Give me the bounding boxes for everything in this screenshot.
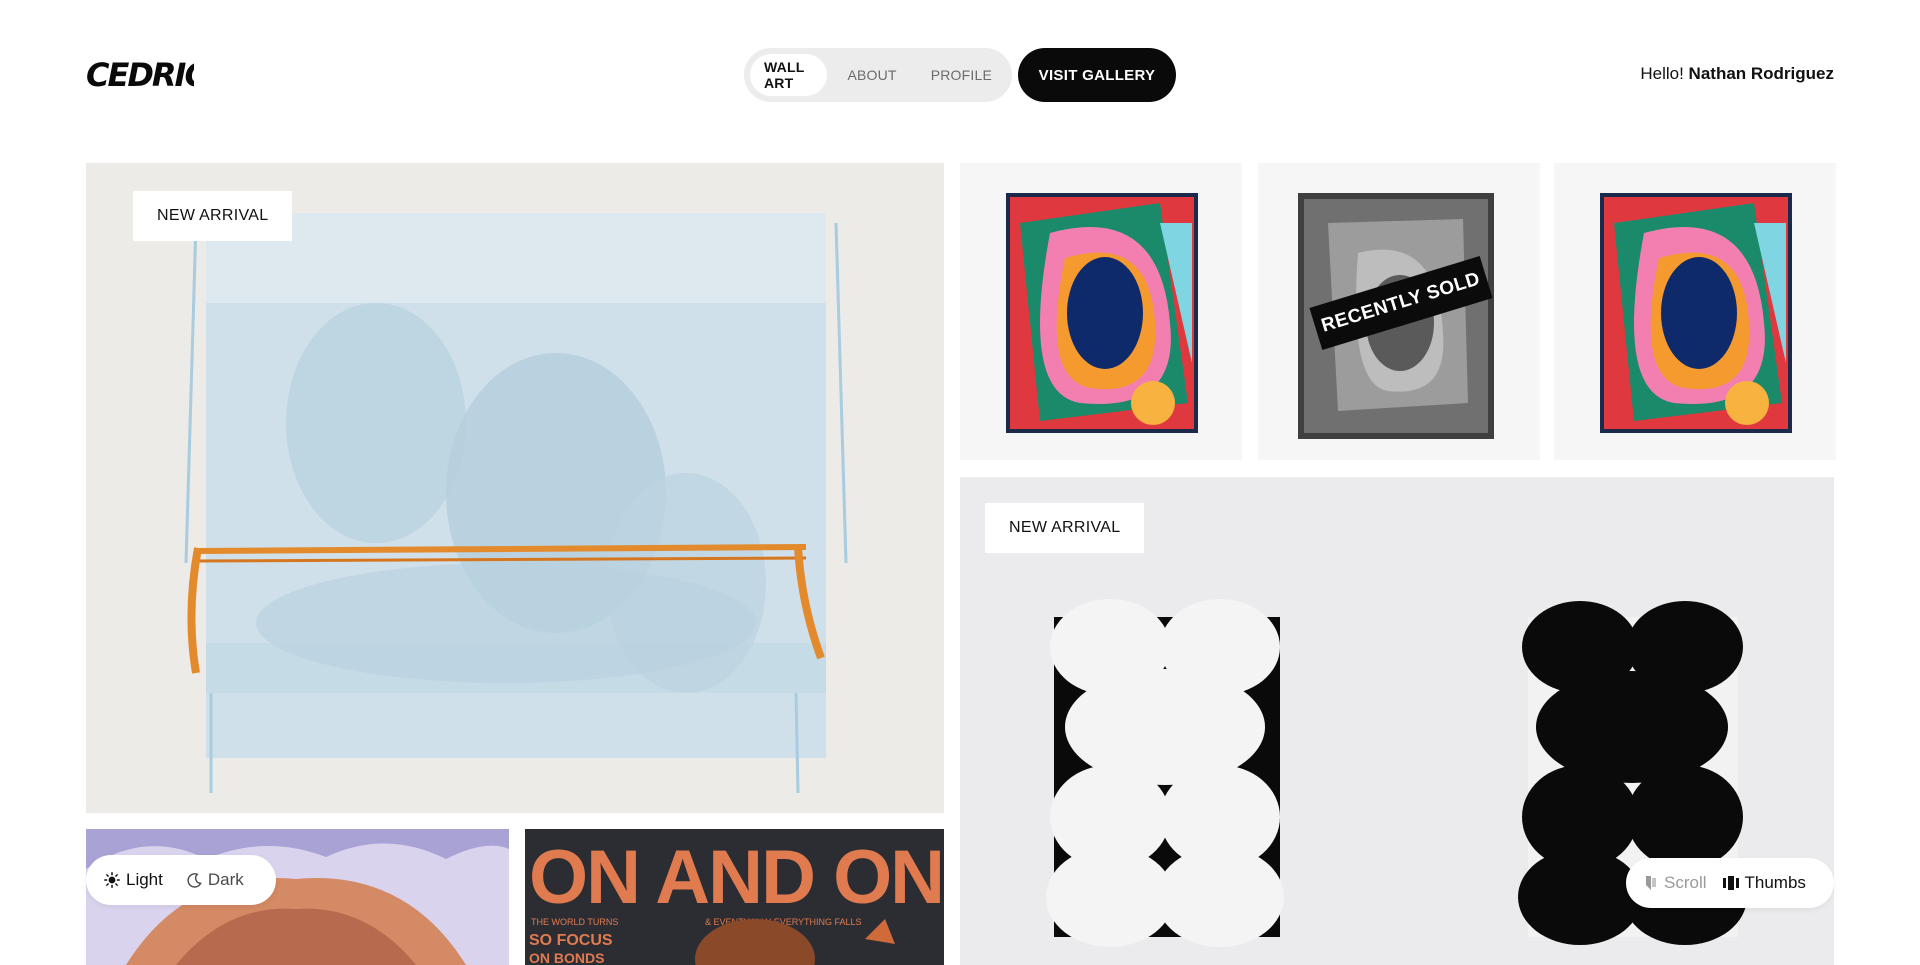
svg-text:ON AND ON: ON AND ON [529, 835, 943, 920]
thumbs-icon [1722, 876, 1739, 890]
svg-text:ON BONDS: ON BONDS [529, 950, 604, 965]
view-toggle: Scroll Thumbs [1626, 858, 1834, 908]
nav-wall-art[interactable]: WALL ART [750, 54, 828, 96]
svg-text:THE WORLD TURNS: THE WORLD TURNS [531, 917, 618, 927]
logo-wordmark: CEDRIC [86, 56, 210, 94]
dark-label: Dark [207, 870, 244, 889]
visit-gallery-button[interactable]: VISIT GALLERY [1018, 48, 1176, 102]
greeting-prefix: Hello! [1640, 64, 1684, 83]
scroll-icon [1646, 876, 1656, 890]
light-label: Light [126, 870, 163, 889]
scroll-label: Scroll [1664, 873, 1707, 892]
new-arrival-badge: NEW ARRIVAL [133, 191, 293, 241]
artwork-tile-poster[interactable]: ON AND ON THE WORLD TURNS & EVENTUALLY E… [525, 829, 944, 965]
dark-mode-toggle[interactable]: Dark [187, 870, 244, 890]
tapestry-image [86, 163, 944, 813]
thumbs-view-toggle[interactable]: Thumbs [1722, 873, 1806, 893]
svg-text:CEDRIC: CEDRIC [86, 56, 194, 94]
nav-about[interactable]: ABOUT [833, 54, 910, 96]
moon-icon [187, 872, 202, 888]
new-arrival-badge-2: NEW ARRIVAL [985, 503, 1145, 553]
abstract-painting-image [1006, 193, 1198, 433]
poster-image: ON AND ON THE WORLD TURNS & EVENTUALLY E… [525, 829, 944, 965]
theme-toggle: Light Dark [86, 855, 276, 905]
artwork-tile-abstract-1[interactable] [960, 163, 1242, 460]
cedric-logo[interactable]: CEDRIC [84, 52, 210, 98]
user-name[interactable]: Nathan Rodriguez [1689, 64, 1834, 83]
svg-text:SO FOCUS: SO FOCUS [529, 932, 613, 949]
nav-profile[interactable]: PROFILE [917, 54, 1006, 96]
artwork-tile-abstract-3[interactable] [1554, 163, 1836, 460]
light-mode-toggle[interactable]: Light [104, 870, 163, 890]
abstract-painting-image-2 [1600, 193, 1792, 433]
user-greeting: Hello! Nathan Rodriguez [1640, 64, 1834, 84]
main-nav: WALL ART ABOUT PROFILE [744, 48, 1012, 102]
artwork-tile-abstract-2[interactable]: RECENTLY SOLD [1258, 163, 1540, 460]
thumbs-label: Thumbs [1744, 873, 1806, 892]
artwork-tile-tapestry[interactable]: NEW ARRIVAL [86, 163, 944, 813]
scroll-view-toggle[interactable]: Scroll [1644, 873, 1707, 893]
sun-icon [104, 872, 120, 888]
